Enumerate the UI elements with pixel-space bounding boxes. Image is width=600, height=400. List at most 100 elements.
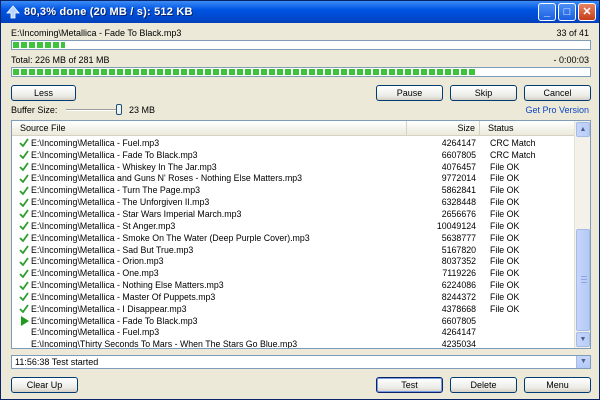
row-size: 5638777 — [441, 232, 476, 243]
chevron-down-icon[interactable]: ▼ — [576, 356, 590, 368]
row-source-file: E:\Incoming\Metallica - Whiskey In The J… — [31, 161, 217, 172]
table-row[interactable]: E:\Incoming\Metallica - Sad But True.mp3… — [12, 244, 575, 256]
time-remaining: - 0:00:03 — [553, 55, 589, 65]
row-size: 10049124 — [436, 220, 476, 231]
less-button[interactable]: Less — [11, 85, 76, 101]
row-status: File OK — [490, 268, 520, 279]
row-source-file: E:\Incoming\Metallica - Fuel.mp3 — [31, 327, 160, 338]
check-icon — [17, 221, 31, 231]
row-status: File OK — [490, 220, 520, 231]
table-row[interactable]: E:\Incoming\Metallica - Fuel.mp3 4264147 C… — [12, 137, 575, 149]
table-row[interactable]: E:\Incoming\Metallica - Fuel.mp3 4264147 — [12, 327, 575, 339]
clear-up-button[interactable]: Clear Up — [11, 377, 78, 393]
row-source-file: E:\Incoming\Metallica - The Unforgiven I… — [31, 197, 210, 208]
row-size: 6607805 — [441, 149, 476, 160]
column-source-file[interactable]: Source File — [12, 121, 407, 136]
total-progress-fill — [13, 69, 476, 75]
scroll-down-button[interactable]: ▼ — [576, 332, 590, 347]
table-row[interactable]: E:\Incoming\Metallica - One.mp3 7119226 Fi… — [12, 267, 575, 279]
check-icon — [17, 138, 31, 148]
row-status: File OK — [490, 208, 520, 219]
row-source-file: E:\Incoming\Metallica - Nothing Else Mat… — [31, 280, 224, 291]
buffer-slider-track[interactable] — [66, 109, 121, 111]
list-header: Source File Size Status — [12, 121, 575, 136]
check-icon — [17, 292, 31, 302]
close-button[interactable]: ✕ — [578, 3, 596, 21]
cancel-button[interactable]: Cancel — [524, 85, 591, 101]
test-button[interactable]: Test — [376, 377, 443, 393]
log-text: 11:56:38 Test started — [15, 357, 99, 367]
check-icon — [17, 245, 31, 255]
row-status: File OK — [490, 280, 520, 291]
menu-button[interactable]: Menu — [524, 377, 591, 393]
row-size: 4264147 — [441, 327, 476, 338]
check-icon — [17, 281, 31, 290]
table-row[interactable]: E:\Incoming\Metallica - Nothing Else Mat… — [12, 279, 575, 291]
current-progress-fill — [13, 42, 65, 48]
row-size: 5167820 — [441, 244, 476, 255]
row-source-file: E:\Incoming\Metallica - Turn The Page.mp… — [31, 185, 201, 196]
table-row[interactable]: E:\Incoming\Metallica - Master Of Puppet… — [12, 291, 575, 303]
column-size[interactable]: Size — [407, 121, 480, 136]
table-row[interactable]: E:\Incoming\Metallica - Orion.mp3 8037352… — [12, 255, 575, 267]
file-count: 33 of 41 — [556, 28, 589, 38]
table-row[interactable]: E:\Incoming\Thirty Seconds To Mars - Whe… — [12, 338, 575, 349]
row-status: File OK — [490, 173, 520, 184]
check-icon — [17, 209, 31, 219]
table-row[interactable]: E:\Incoming\Metallica - I Disappear.mp3 4… — [12, 303, 575, 315]
table-row[interactable]: E:\Incoming\Metallica - Fade To Black.mp… — [12, 315, 575, 327]
vertical-scrollbar[interactable]: ▲ ▼ — [574, 121, 590, 348]
row-source-file: E:\Incoming\Metallica - Sad But True.mp3 — [31, 244, 194, 255]
row-source-file: E:\Incoming\Metallica - Orion.mp3 — [31, 256, 164, 267]
row-status: File OK — [490, 303, 520, 314]
buffer-size-value: 23 MB — [129, 105, 156, 115]
table-row[interactable]: E:\Incoming\Metallica - St Anger.mp3 1004… — [12, 220, 575, 232]
row-source-file: E:\Incoming\Metallica - One.mp3 — [31, 268, 159, 279]
row-status: File OK — [490, 161, 520, 172]
maximize-button[interactable]: □ — [558, 3, 576, 21]
window-title: 80,3% done (20 MB / s): 512 KB — [24, 6, 193, 18]
row-size: 4264147 — [441, 137, 476, 148]
total-label: Total: 226 MB of 281 MB — [11, 55, 110, 65]
app-icon — [6, 5, 20, 19]
total-progress-bar — [11, 67, 591, 77]
check-icon — [17, 198, 31, 207]
pause-button[interactable]: Pause — [376, 85, 443, 101]
row-source-file: E:\Incoming\Metallica and Guns N' Roses … — [31, 173, 303, 184]
table-row[interactable]: E:\Incoming\Metallica - The Unforgiven I… — [12, 196, 575, 208]
row-status: CRC Match — [490, 149, 536, 160]
check-icon — [17, 257, 31, 266]
file-list[interactable]: Source File Size Status E:\Incoming\Meta… — [11, 120, 591, 349]
row-source-file: E:\Incoming\Metallica - Fade To Black.mp… — [31, 315, 198, 326]
get-pro-link[interactable]: Get Pro Version — [525, 105, 589, 115]
column-status[interactable]: Status — [480, 121, 575, 136]
row-size: 7119226 — [442, 268, 476, 279]
row-status: File OK — [490, 197, 520, 208]
table-row[interactable]: E:\Incoming\Metallica - Whiskey In The J… — [12, 161, 575, 173]
skip-button[interactable]: Skip — [450, 85, 517, 101]
row-source-file: E:\Incoming\Metallica - Star Wars Imperi… — [31, 208, 242, 219]
row-status: File OK — [490, 232, 520, 243]
table-row[interactable]: E:\Incoming\Metallica - Fade To Black.mp… — [12, 149, 575, 161]
row-source-file: E:\Incoming\Metallica - Smoke On The Wat… — [31, 232, 310, 243]
check-icon — [17, 186, 31, 195]
minimize-button[interactable]: _ — [538, 3, 556, 21]
scroll-thumb[interactable] — [576, 229, 590, 331]
table-row[interactable]: E:\Incoming\Metallica - Turn The Page.mp… — [12, 184, 575, 196]
table-row[interactable]: E:\Incoming\Metallica - Star Wars Imperi… — [12, 208, 575, 220]
row-status: File OK — [490, 291, 520, 302]
row-size: 4235034 — [441, 339, 476, 349]
scroll-up-button[interactable]: ▲ — [576, 122, 590, 137]
row-status: File OK — [490, 256, 520, 267]
log-combobox[interactable]: 11:56:38 Test started ▼ — [11, 355, 591, 369]
delete-button[interactable]: Delete — [450, 377, 517, 393]
row-size: 6328448 — [441, 197, 476, 208]
play-icon — [17, 315, 31, 326]
list-rows: E:\Incoming\Metallica - Fuel.mp3 4264147 C… — [12, 137, 575, 349]
row-source-file: E:\Incoming\Metallica - Fade To Black.mp… — [31, 149, 198, 160]
table-row[interactable]: E:\Incoming\Metallica and Guns N' Roses … — [12, 173, 575, 185]
check-icon — [17, 174, 31, 183]
table-row[interactable]: E:\Incoming\Metallica - Smoke On The Wat… — [12, 232, 575, 244]
buffer-slider-thumb[interactable] — [116, 104, 122, 115]
title-bar[interactable]: 80,3% done (20 MB / s): 512 KB _ □ ✕ — [1, 1, 599, 23]
